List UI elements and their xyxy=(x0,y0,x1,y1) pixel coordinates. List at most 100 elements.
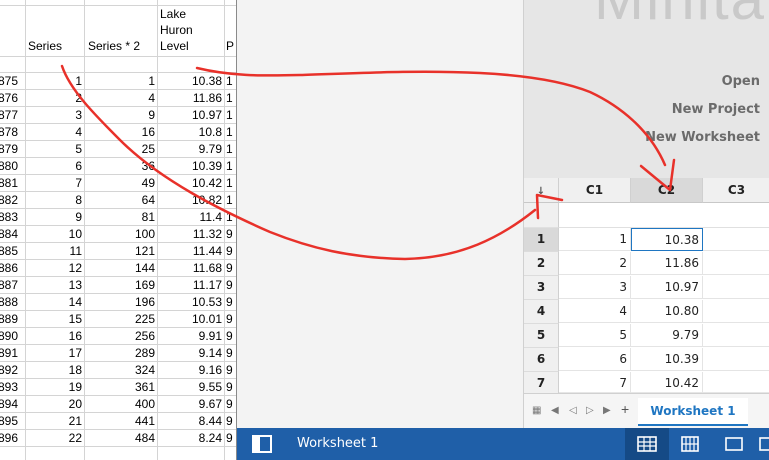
cell-c2[interactable]: 10.39 xyxy=(631,348,703,371)
first-sheet-icon[interactable]: ◀ xyxy=(551,405,559,416)
excel-series-cell[interactable]: 22 xyxy=(26,430,82,447)
excel-level-cell[interactable]: 10.01 xyxy=(158,311,222,328)
excel-series-sq-cell[interactable]: 361 xyxy=(85,379,155,396)
cell-c3[interactable] xyxy=(703,228,769,251)
split-view-icon[interactable] xyxy=(757,433,769,455)
excel-series-sq-cell[interactable]: 4 xyxy=(85,90,155,107)
excel-series-cell[interactable]: 9 xyxy=(26,209,82,226)
excel-year-cell[interactable]: 894 xyxy=(0,396,24,413)
excel-level-cell[interactable]: 9.67 xyxy=(158,396,222,413)
excel-series-cell[interactable]: 17 xyxy=(26,345,82,362)
cell-c3[interactable] xyxy=(703,348,769,371)
new-worksheet-link[interactable]: New Worksheet xyxy=(645,130,760,145)
excel-level-cell[interactable]: 10.82 xyxy=(158,192,222,209)
excel-year-cell[interactable]: 892 xyxy=(0,362,24,379)
add-sheet-icon[interactable]: + xyxy=(621,401,629,417)
excel-series-cell[interactable]: 16 xyxy=(26,328,82,345)
cell-c3[interactable] xyxy=(703,252,769,275)
excel-series-sq-cell[interactable]: 289 xyxy=(85,345,155,362)
excel-series-sq-cell[interactable]: 484 xyxy=(85,430,155,447)
column-header-c3[interactable]: C3 xyxy=(703,178,769,203)
excel-year-cell[interactable]: 878 xyxy=(0,124,24,141)
cell-c1[interactable]: 3 xyxy=(559,276,631,299)
worksheet-tab[interactable]: Worksheet 1 xyxy=(638,398,748,426)
excel-series-cell[interactable]: 11 xyxy=(26,243,82,260)
excel-series-sq-cell[interactable]: 121 xyxy=(85,243,155,260)
excel-series-sq-cell[interactable]: 225 xyxy=(85,311,155,328)
output-view-icon[interactable] xyxy=(723,433,745,455)
open-link[interactable]: Open xyxy=(722,74,760,89)
excel-series-sq-cell[interactable]: 81 xyxy=(85,209,155,226)
excel-year-cell[interactable]: 880 xyxy=(0,158,24,175)
excel-series-cell[interactable]: 2 xyxy=(26,90,82,107)
excel-series-cell[interactable]: 7 xyxy=(26,175,82,192)
worksheet-view-icon[interactable] xyxy=(636,433,658,455)
row-header[interactable]: 4 xyxy=(524,300,559,324)
excel-series-cell[interactable]: 4 xyxy=(26,124,82,141)
excel-level-cell[interactable]: 11.44 xyxy=(158,243,222,260)
excel-series-cell[interactable]: 10 xyxy=(26,226,82,243)
panel-toggle-icon[interactable] xyxy=(251,433,273,455)
excel-level-cell[interactable]: 8.44 xyxy=(158,413,222,430)
excel-level-cell[interactable]: 11.4 xyxy=(158,209,222,226)
excel-level-cell[interactable]: 11.17 xyxy=(158,277,222,294)
cell-c2[interactable]: 10.97 xyxy=(631,276,703,299)
excel-level-cell[interactable]: 8.24 xyxy=(158,430,222,447)
excel-level-cell[interactable]: 10.39 xyxy=(158,158,222,175)
excel-series-sq-cell[interactable]: 196 xyxy=(85,294,155,311)
excel-level-cell[interactable]: 10.42 xyxy=(158,175,222,192)
new-project-link[interactable]: New Project xyxy=(672,102,760,117)
row-header[interactable]: 6 xyxy=(524,348,559,372)
row-header[interactable]: 5 xyxy=(524,324,559,348)
excel-level-cell[interactable]: 11.32 xyxy=(158,226,222,243)
excel-year-cell[interactable]: 883 xyxy=(0,209,24,226)
prev-sheet-icon[interactable]: ◁ xyxy=(569,405,577,416)
excel-series-sq-cell[interactable]: 9 xyxy=(85,107,155,124)
cell-c1[interactable]: 7 xyxy=(559,372,631,395)
excel-year-cell[interactable]: 895 xyxy=(0,413,24,430)
excel-level-cell[interactable]: 11.86 xyxy=(158,90,222,107)
excel-year-cell[interactable]: 893 xyxy=(0,379,24,396)
excel-level-cell[interactable]: 9.14 xyxy=(158,345,222,362)
cell-c1[interactable]: 6 xyxy=(559,348,631,371)
excel-series-sq-cell[interactable]: 441 xyxy=(85,413,155,430)
excel-series-cell[interactable]: 5 xyxy=(26,141,82,158)
excel-series-sq-cell[interactable]: 324 xyxy=(85,362,155,379)
excel-year-cell[interactable]: 886 xyxy=(0,260,24,277)
excel-level-cell[interactable]: 9.55 xyxy=(158,379,222,396)
excel-series-cell[interactable]: 12 xyxy=(26,260,82,277)
excel-series-sq-cell[interactable]: 25 xyxy=(85,141,155,158)
excel-level-cell[interactable]: 9.91 xyxy=(158,328,222,345)
column-header-c1[interactable]: C1 xyxy=(559,178,631,203)
excel-series-cell[interactable]: 3 xyxy=(26,107,82,124)
excel-series-cell[interactable]: 1 xyxy=(26,73,82,90)
excel-series-sq-cell[interactable]: 16 xyxy=(85,124,155,141)
excel-series-cell[interactable]: 20 xyxy=(26,396,82,413)
excel-series-cell[interactable]: 6 xyxy=(26,158,82,175)
excel-level-cell[interactable]: 9.16 xyxy=(158,362,222,379)
excel-series-sq-cell[interactable]: 169 xyxy=(85,277,155,294)
excel-level-cell[interactable]: 11.68 xyxy=(158,260,222,277)
cell-c2[interactable]: 10.80 xyxy=(631,300,703,323)
excel-level-cell[interactable]: 10.38 xyxy=(158,73,222,90)
corner-cell[interactable]: ↓ xyxy=(524,178,559,203)
excel-level-cell[interactable]: 10.97 xyxy=(158,107,222,124)
grid-icon[interactable]: ▦ xyxy=(532,405,541,416)
excel-series-sq-cell[interactable]: 1 xyxy=(85,73,155,90)
excel-series-sq-cell[interactable]: 144 xyxy=(85,260,155,277)
excel-series-sq-cell[interactable]: 64 xyxy=(85,192,155,209)
excel-year-cell[interactable]: 889 xyxy=(0,311,24,328)
excel-year-cell[interactable]: 876 xyxy=(0,90,24,107)
cell-c3[interactable] xyxy=(703,324,769,347)
excel-year-cell[interactable]: 896 xyxy=(0,430,24,447)
excel-level-cell[interactable]: 9.79 xyxy=(158,141,222,158)
cell-c2-active[interactable]: 10.38 xyxy=(631,228,703,251)
cell-c1[interactable]: 4 xyxy=(559,300,631,323)
excel-year-cell[interactable]: 881 xyxy=(0,175,24,192)
excel-series-cell[interactable]: 18 xyxy=(26,362,82,379)
row-header[interactable]: 1 xyxy=(524,228,559,252)
cell-c3[interactable] xyxy=(703,300,769,323)
row-header[interactable]: 2 xyxy=(524,252,559,276)
cell-c3[interactable] xyxy=(703,276,769,299)
last-sheet-icon[interactable]: ▶ xyxy=(603,405,611,416)
